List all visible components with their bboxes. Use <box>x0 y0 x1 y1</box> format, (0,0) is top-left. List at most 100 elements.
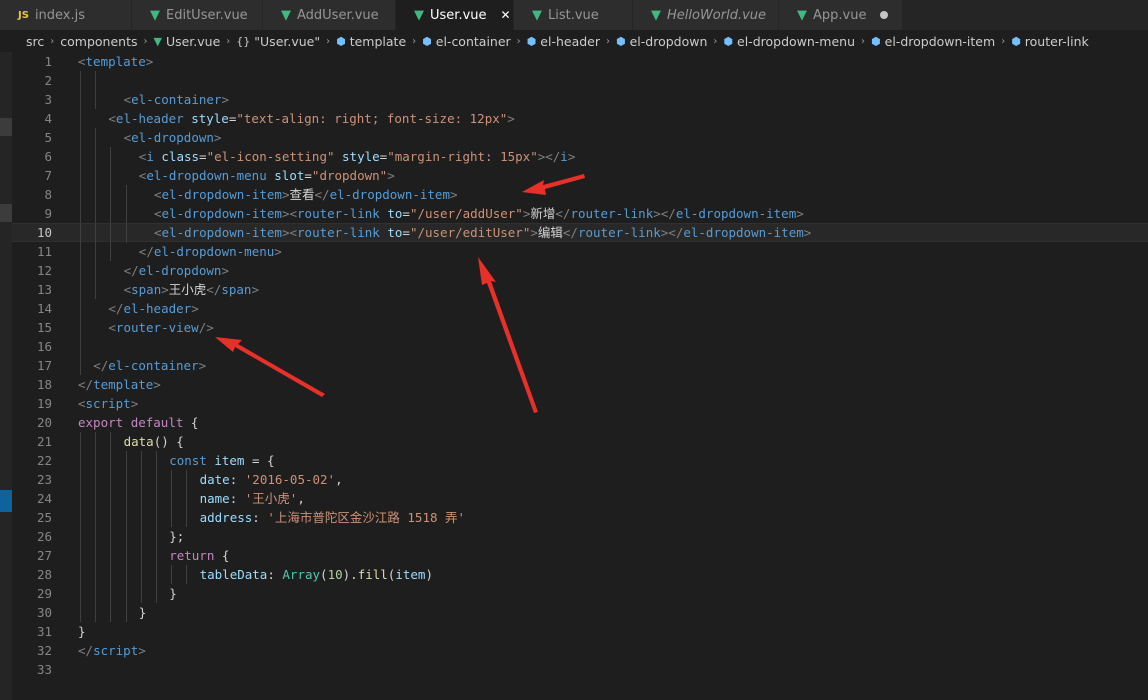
breadcrumb-label: el-header <box>540 33 600 49</box>
line-number: 28 <box>36 567 52 582</box>
left-activity-strip <box>0 52 12 700</box>
code-token: 新增 <box>530 206 556 221</box>
line-number: 23 <box>36 472 52 487</box>
code-line[interactable]: 8 <el-dropdown-item>查看</el-dropdown-item> <box>12 185 1148 204</box>
breadcrumb-item[interactable]: ⬢ el-dropdown <box>616 34 707 49</box>
code-token: < <box>123 92 132 107</box>
code-line[interactable]: 10 <el-dropdown-item><router-link to="/us… <box>12 223 1148 243</box>
code-line[interactable]: 14 </el-header> <box>12 299 1148 318</box>
code-line[interactable]: 33 <box>12 660 1148 679</box>
code-line[interactable]: 17 </el-container> <box>12 356 1148 375</box>
code-line[interactable]: 20 export default { <box>12 413 1148 432</box>
code-token: el-dropdown-item <box>329 187 450 202</box>
code-line[interactable]: 23 date: '2016-05-02', <box>12 470 1148 489</box>
code-line[interactable]: 3 <el-container> <box>12 90 1148 109</box>
code-line[interactable]: 32 </script> <box>12 641 1148 660</box>
code-token: script <box>93 643 139 658</box>
breadcrumb-item[interactable]: ⬢ el-container <box>422 34 511 49</box>
line-number: 30 <box>36 605 52 620</box>
indent-guide <box>140 508 142 527</box>
breadcrumb-item[interactable]: src <box>26 34 44 49</box>
breadcrumb-item[interactable]: components <box>60 34 137 49</box>
code-line[interactable]: 21 data() { <box>12 432 1148 451</box>
unsaved-dot-icon[interactable] <box>880 11 889 19</box>
indent-guide <box>95 280 97 299</box>
tab-adduser-vue[interactable]: ▼ AddUser.vue <box>263 0 396 30</box>
code-line[interactable]: 31} <box>12 622 1148 641</box>
code-token: i <box>560 149 568 164</box>
code-text: } <box>169 584 177 603</box>
code-line[interactable]: 1 <template> <box>12 52 1148 71</box>
code-token: ). <box>342 567 358 582</box>
code-line[interactable]: 25 address: '上海市普陀区金沙江路 1518 弄' <box>12 508 1148 527</box>
vue-file-icon: ▼ <box>281 7 291 23</box>
code-line[interactable]: 30} <box>12 603 1148 622</box>
code-editor[interactable]: 1 <template> 2 3 <el-container> 4 <el-header s… <box>12 52 1148 700</box>
code-line[interactable]: 22 const item = { <box>12 451 1148 470</box>
code-line[interactable]: 9 <el-dropdown-item><router-link to="/use… <box>12 204 1148 223</box>
code-line[interactable]: 11 </el-dropdown-menu> <box>12 242 1148 261</box>
indent-guide <box>110 584 112 603</box>
code-line[interactable]: 2 <box>12 71 1148 90</box>
indent-guide <box>125 185 127 204</box>
line-number: 7 <box>44 168 52 183</box>
code-token: el-header <box>115 111 184 126</box>
indent-guide <box>95 527 97 546</box>
indent-guide <box>80 508 81 527</box>
code-line[interactable]: 18 </template> <box>12 375 1148 394</box>
breadcrumb: src › components › ▼ User.vue ›{} "User.vue" › ⬢ t… <box>0 30 1148 52</box>
breadcrumb-label: User.vue <box>165 33 221 49</box>
code-line[interactable]: 5 <el-dropdown> <box>12 128 1148 147</box>
line-number: 31 <box>36 624 52 639</box>
code-line[interactable]: 12 </el-dropdown> <box>12 261 1148 280</box>
code-line[interactable]: 19 <script> <box>12 394 1148 413</box>
code-text: <el-dropdown-item><router-link to="/user… <box>154 224 811 241</box>
code-line[interactable]: 6 <i class="el-icon-setting" style="margi… <box>12 147 1148 166</box>
code-token: < <box>78 54 86 69</box>
indent-guide <box>171 470 173 489</box>
code-line[interactable]: 26}; <box>12 527 1148 546</box>
code-token: el-container <box>108 358 199 373</box>
code-line[interactable]: 16 <box>12 337 1148 356</box>
code-token: '2016-05-02' <box>244 472 336 487</box>
breadcrumb-item[interactable]: ⬢ el-dropdown-item <box>871 34 995 49</box>
tab-index-js[interactable]: JS index.js <box>0 0 132 30</box>
breadcrumb-item[interactable]: ⬢ template <box>336 34 406 49</box>
tab-edituser-vue[interactable]: ▼ EditUser.vue <box>132 0 263 30</box>
code-token: { <box>214 548 230 563</box>
breadcrumb-item[interactable]: ▼ User.vue <box>153 34 220 49</box>
breadcrumb-item[interactable]: ⬢ router-link <box>1011 34 1089 49</box>
line-number: 22 <box>36 453 52 468</box>
tab-helloworld-vue[interactable]: ▼ HelloWorld.vue <box>633 0 779 30</box>
vue-file-icon: ▼ <box>414 7 424 23</box>
code-token: > <box>153 377 161 392</box>
code-line[interactable]: 7 <el-dropdown-menu slot="dropdown"> <box>12 166 1148 185</box>
code-line[interactable]: 4 <el-header style="text-align: right; fo… <box>12 109 1148 128</box>
code-line[interactable]: 28 tableData: Array(10).fill(item) <box>12 565 1148 584</box>
code-line[interactable]: 15 <router-view/> <box>12 318 1148 337</box>
breadcrumb-item[interactable]: ⬢ el-dropdown-menu <box>723 34 855 49</box>
indent-guide <box>186 508 188 527</box>
code-token: 王小虎 <box>168 282 207 297</box>
tab-user-vue[interactable]: ▼ User.vue ✕ <box>396 0 514 30</box>
code-token: data <box>123 434 154 449</box>
code-token: item <box>214 453 245 468</box>
indent-guide <box>80 299 81 318</box>
code-line[interactable]: 13 <span>王小虎</span> <box>12 280 1148 299</box>
code-token: style <box>342 149 380 164</box>
code-token: default <box>130 415 184 430</box>
tab-list-vue[interactable]: ▼ List.vue <box>514 0 633 30</box>
code-token: > <box>507 111 515 126</box>
indent-guide <box>110 185 112 204</box>
close-icon[interactable]: ✕ <box>501 8 511 22</box>
code-line[interactable]: 29} <box>12 584 1148 603</box>
breadcrumb-item[interactable]: ⬢ el-header <box>527 34 600 49</box>
breadcrumb-item[interactable]: {} "User.vue" <box>236 34 320 49</box>
code-token: item <box>395 567 426 582</box>
code-token: </ <box>314 187 330 202</box>
code-line[interactable]: 24 name: '王小虎', <box>12 489 1148 508</box>
indent-guide <box>140 489 142 508</box>
code-line[interactable]: 27 return { <box>12 546 1148 565</box>
tab-app-vue[interactable]: ▼ App.vue <box>779 0 903 30</box>
indent-guide <box>95 185 97 204</box>
